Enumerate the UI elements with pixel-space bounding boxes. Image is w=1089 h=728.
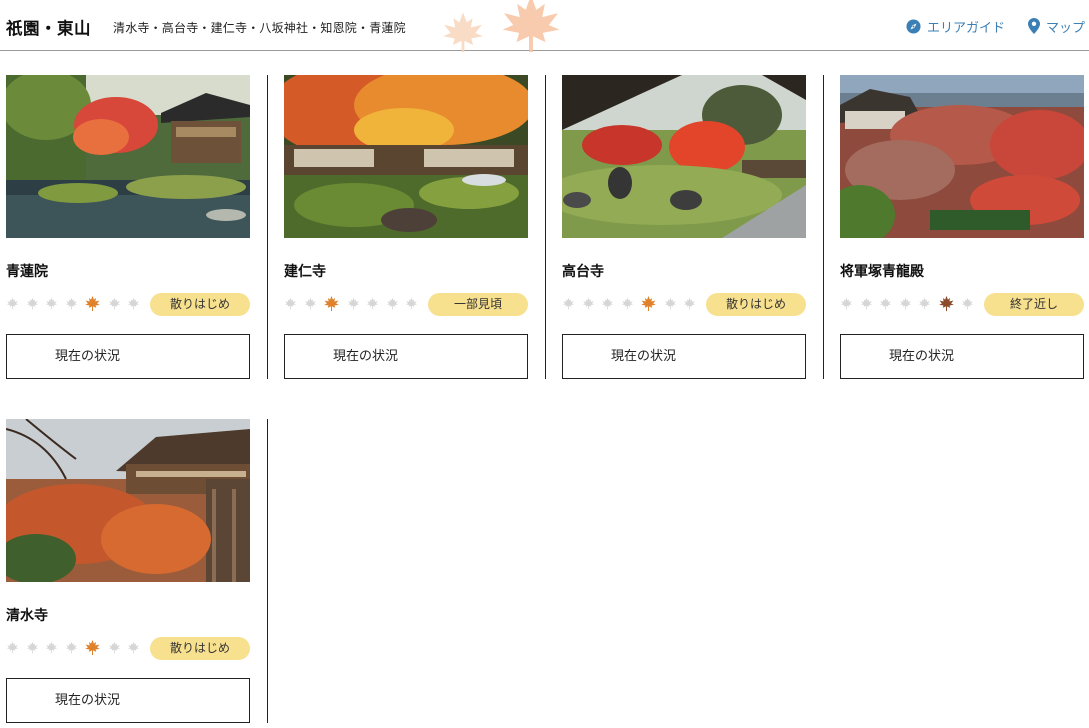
foliage-level-indicator — [840, 295, 981, 311]
current-status-button[interactable]: 現在の状況 — [6, 334, 250, 379]
maple-leaf-inactive-icon — [108, 297, 121, 310]
maple-leaf-inactive-icon — [899, 297, 912, 310]
area-subtitle: 清水寺・高台寺・建仁寺・八坂神社・知恩院・青蓮院 — [113, 21, 406, 35]
status-badge: 終了近し — [984, 293, 1084, 316]
maple-leaf-active-icon — [640, 295, 657, 312]
foliage-level-indicator — [6, 639, 147, 655]
maple-leaf-inactive-icon — [65, 641, 78, 654]
maple-leaf-inactive-icon — [45, 641, 58, 654]
area-header: 祇園・東山 清水寺・高台寺・建仁寺・八坂神社・知恩院・青蓮院 エリアガイド マッ… — [0, 0, 1089, 52]
status-badge: 一部見頃 — [428, 293, 528, 316]
maple-leaf-inactive-icon — [386, 297, 399, 310]
spot-name: 建仁寺 — [284, 264, 326, 280]
spot-photo[interactable] — [6, 75, 250, 238]
area-guide-link[interactable]: エリアガイド — [906, 17, 1006, 36]
maple-leaf-inactive-icon — [347, 297, 360, 310]
maple-leaf-active-icon — [84, 639, 101, 656]
maple-leaf-inactive-icon — [108, 641, 121, 654]
maple-leaf-inactive-icon — [6, 297, 19, 310]
spot-photo[interactable] — [6, 419, 250, 582]
spot-name: 将軍塚青龍殿 — [840, 264, 924, 280]
maple-leaf-inactive-icon — [127, 641, 140, 654]
maple-leaf-inactive-icon — [284, 297, 297, 310]
maple-leaf-inactive-icon — [683, 297, 696, 310]
maple-leaf-inactive-icon — [366, 297, 379, 310]
maple-leaf-inactive-icon — [405, 297, 418, 310]
maple-leaf-inactive-icon — [840, 297, 853, 310]
maple-leaf-active-icon — [938, 295, 955, 312]
compass-icon — [906, 18, 921, 34]
foliage-level-indicator — [284, 295, 425, 311]
spot-name: 高台寺 — [562, 264, 604, 280]
area-title: 祇園・東山 — [6, 19, 91, 38]
map-label: マップ — [1046, 20, 1086, 36]
maple-leaf-inactive-icon — [879, 297, 892, 310]
current-status-button[interactable]: 現在の状況 — [6, 678, 250, 723]
status-badge: 散りはじめ — [706, 293, 806, 316]
spot-photo[interactable] — [284, 75, 528, 238]
maple-leaf-inactive-icon — [664, 297, 677, 310]
maple-leaf-active-icon — [84, 295, 101, 312]
status-badge: 散りはじめ — [150, 637, 250, 660]
maple-leaf-inactive-icon — [26, 641, 39, 654]
column-divider — [545, 75, 546, 379]
maple-leaf-inactive-icon — [304, 297, 317, 310]
column-divider — [267, 75, 268, 379]
column-divider — [267, 419, 268, 723]
maple-leaf-inactive-icon — [65, 297, 78, 310]
foliage-level-indicator — [562, 295, 703, 311]
maple-leaf-decoration-icon — [443, 0, 560, 52]
maple-leaf-inactive-icon — [918, 297, 931, 310]
map-link[interactable]: マップ — [1028, 17, 1086, 36]
foliage-level-indicator — [6, 295, 147, 311]
area-guide-label: エリアガイド — [927, 20, 1006, 36]
spot-photo[interactable] — [840, 75, 1084, 238]
maple-leaf-inactive-icon — [562, 297, 575, 310]
spot-name: 青蓮院 — [6, 264, 48, 280]
spot-photo[interactable] — [562, 75, 806, 238]
maple-leaf-inactive-icon — [582, 297, 595, 310]
maple-leaf-inactive-icon — [127, 297, 140, 310]
current-status-button[interactable]: 現在の状況 — [840, 334, 1084, 379]
maple-leaf-inactive-icon — [45, 297, 58, 310]
maple-leaf-inactive-icon — [6, 641, 19, 654]
maple-leaf-active-icon — [323, 295, 340, 312]
maple-leaf-inactive-icon — [26, 297, 39, 310]
maple-leaf-inactive-icon — [860, 297, 873, 310]
map-pin-icon — [1028, 18, 1040, 34]
column-divider — [823, 75, 824, 379]
spot-name: 清水寺 — [6, 608, 48, 624]
maple-leaf-inactive-icon — [601, 297, 614, 310]
current-status-button[interactable]: 現在の状況 — [562, 334, 806, 379]
maple-leaf-inactive-icon — [961, 297, 974, 310]
status-badge: 散りはじめ — [150, 293, 250, 316]
current-status-button[interactable]: 現在の状況 — [284, 334, 528, 379]
maple-leaf-inactive-icon — [621, 297, 634, 310]
